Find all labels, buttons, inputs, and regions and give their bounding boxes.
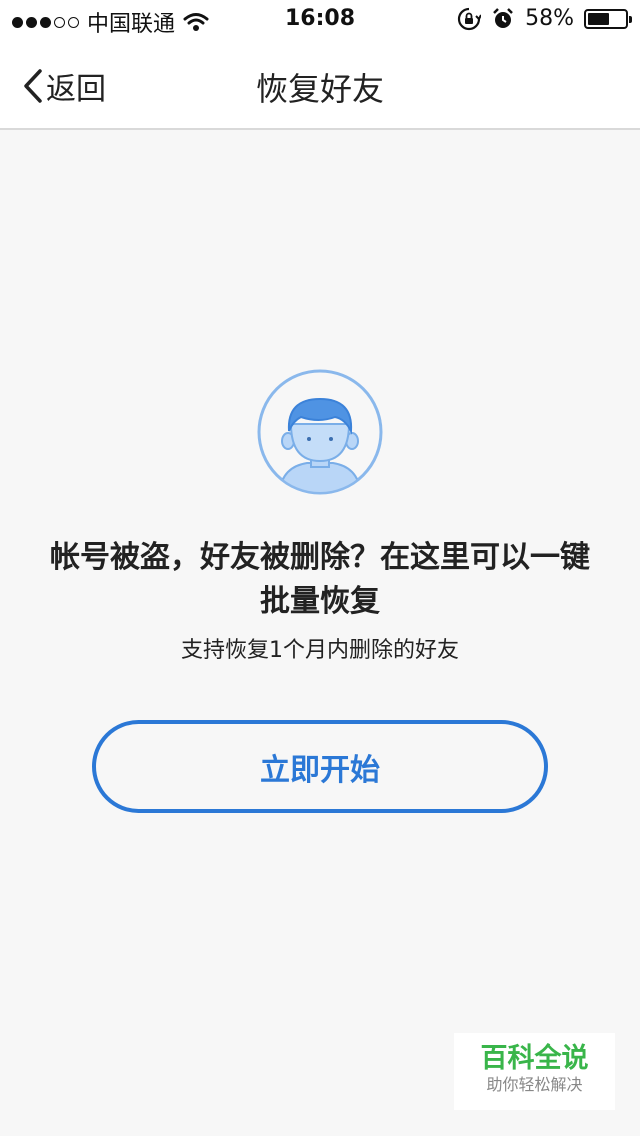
battery-icon [584, 8, 632, 29]
navigation-bar: 返回 恢复好友 [0, 40, 640, 130]
headline-line-1: 帐号被盗，好友被删除？在这里可以一键 [50, 540, 590, 575]
battery-fill [588, 12, 609, 25]
headline-line-2: 批量恢复 [260, 584, 380, 619]
page-title: 恢复好友 [255, 70, 384, 108]
battery-percentage: 58% [525, 6, 574, 31]
user-avatar-icon [257, 369, 383, 495]
watermark-subtitle: 助你轻松解决 [486, 1075, 583, 1094]
headline: 帐号被盗，好友被删除？在这里可以一键 批量恢复 [20, 536, 620, 624]
subtitle-text: 支持恢复1个月内删除的好友 [181, 638, 459, 663]
status-right: 58% [457, 6, 632, 31]
start-button-label: 立即开始 [260, 752, 380, 788]
rotation-lock-icon [458, 7, 482, 30]
alarm-icon [493, 7, 513, 28]
watermark-logo: 百科全说 助你轻松解决 [454, 1033, 615, 1110]
status-bar: 中国联通 16:08 58% [0, 0, 640, 40]
watermark-title: 百科全说 [480, 1043, 589, 1074]
start-button[interactable]: 立即开始 [92, 720, 548, 813]
